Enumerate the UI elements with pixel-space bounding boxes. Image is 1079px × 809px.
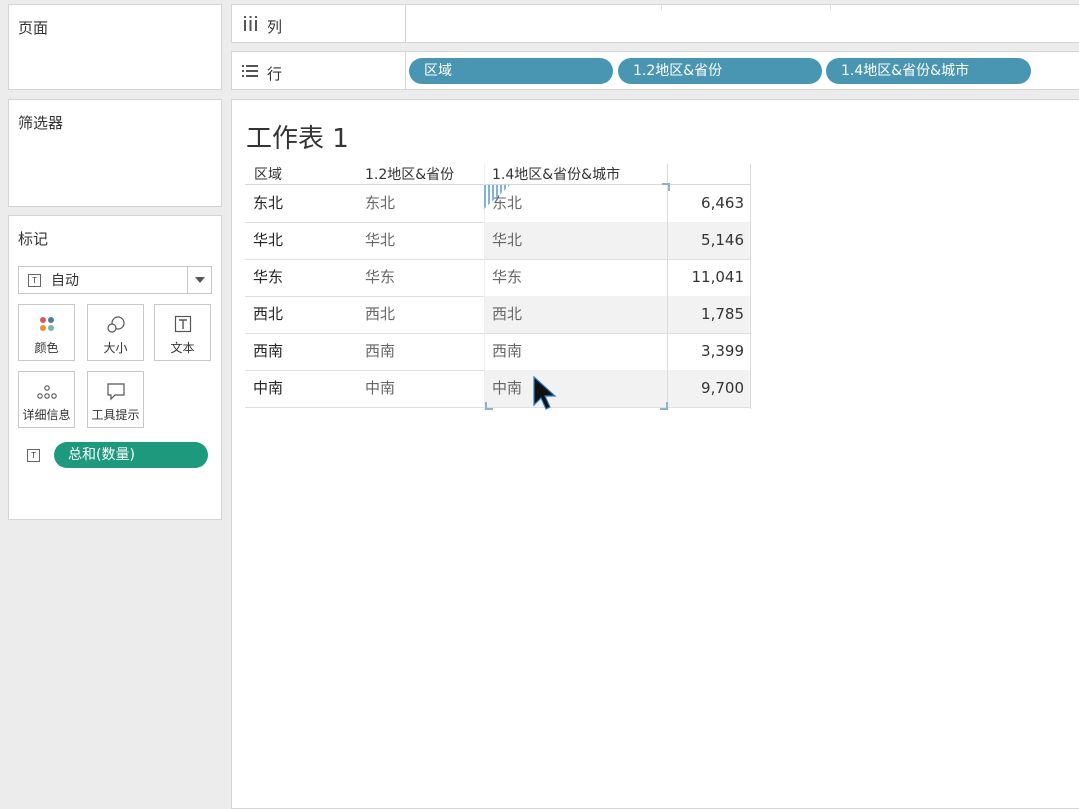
filters-title: 筛选器 — [18, 114, 64, 132]
marks-title: 标记 — [18, 230, 49, 248]
table-row[interactable]: 华东 华东 华东 11,041 — [245, 259, 751, 297]
table-row[interactable]: 华北 华北 华北 5,146 — [245, 222, 751, 260]
text-type-icon: T — [28, 273, 41, 287]
selection-corner — [485, 402, 493, 410]
size-label: 大小 — [103, 341, 128, 355]
cell-province[interactable]: 西北 — [365, 296, 395, 333]
header-city[interactable]: 1.4地区&省份&城市 — [492, 164, 620, 184]
worksheet-view[interactable]: 工作表 1 区域 1.2地区&省份 1.4地区&省份&城市 东北 东北 东北 6… — [231, 99, 1079, 809]
cell-region[interactable]: 中南 — [253, 370, 283, 407]
tooltip-button[interactable]: 工具提示 — [87, 371, 144, 428]
color-button[interactable]: 颜色 — [18, 304, 75, 361]
columns-label: 列 — [267, 18, 283, 36]
header-province[interactable]: 1.2地区&省份 — [365, 164, 454, 184]
cell-region[interactable]: 东北 — [253, 185, 283, 222]
color-label: 颜色 — [34, 341, 59, 355]
columns-shelf-header: 列 — [232, 5, 406, 42]
mouse-cursor-icon — [533, 375, 557, 410]
text-icon — [155, 315, 210, 335]
pages-title: 页面 — [18, 19, 49, 37]
detail-label: 详细信息 — [22, 408, 71, 422]
sheet-title[interactable]: 工作表 1 — [246, 118, 349, 155]
shelf-tick — [661, 5, 662, 10]
rows-label: 行 — [267, 65, 283, 83]
text-field-row: T 总和(数量) — [27, 442, 208, 468]
cell-city[interactable]: 西北 — [484, 296, 667, 333]
marks-card: 标记 T 自动 颜色 大小 文本 详细信息 工具提示 T 总和(数量) — [8, 215, 222, 520]
tooltip-icon — [88, 382, 143, 402]
cell-city[interactable]: 华北 — [484, 222, 667, 259]
rows-icon — [242, 65, 258, 77]
cell-province[interactable]: 中南 — [365, 370, 395, 407]
size-icon — [88, 315, 143, 335]
cell-province[interactable]: 西南 — [365, 333, 395, 370]
rows-shelf-header: 行 — [232, 52, 406, 89]
city-pill[interactable]: 1.4地区&省份&城市 — [826, 58, 1031, 84]
cell-province[interactable]: 华东 — [365, 259, 395, 296]
pages-card[interactable]: 页面 — [8, 4, 222, 90]
cell-value[interactable]: 9,700 — [668, 370, 751, 407]
text-button[interactable]: 文本 — [154, 304, 211, 361]
size-button[interactable]: 大小 — [87, 304, 144, 361]
cell-province[interactable]: 华北 — [365, 222, 395, 259]
column-divider — [667, 164, 668, 409]
cell-region[interactable]: 华北 — [253, 222, 283, 259]
cell-province[interactable]: 东北 — [365, 185, 395, 222]
detail-icon — [19, 382, 74, 402]
cell-region[interactable]: 西北 — [253, 296, 283, 333]
cell-value[interactable]: 11,041 — [668, 259, 751, 296]
selection-corner — [662, 183, 670, 191]
selection-corner — [660, 402, 668, 410]
cell-city[interactable]: 华东 — [484, 259, 667, 296]
cell-region[interactable]: 华东 — [253, 259, 283, 296]
table-row[interactable]: 中南 中南 中南 9,700 — [245, 370, 751, 408]
tooltip-label: 工具提示 — [91, 408, 140, 422]
columns-shelf[interactable]: 列 — [231, 4, 1079, 43]
cell-region[interactable]: 西南 — [253, 333, 283, 370]
rows-shelf[interactable]: 行 区域 1.2地区&省份 1.4地区&省份&城市 — [231, 51, 1079, 90]
shelf-tick — [830, 5, 831, 10]
text-label: 文本 — [170, 341, 195, 355]
mark-type-dropdown[interactable]: T 自动 — [18, 266, 212, 294]
detail-button[interactable]: 详细信息 — [18, 371, 75, 428]
column-divider — [750, 164, 751, 409]
cell-value[interactable]: 6,463 — [668, 185, 751, 222]
color-dots-icon — [19, 315, 74, 335]
cell-city[interactable]: 中南 — [484, 370, 667, 407]
mark-type-value: 自动 — [51, 273, 79, 289]
cell-city[interactable]: 东北 — [484, 185, 667, 222]
cell-city[interactable]: 西南 — [484, 333, 667, 370]
filters-card[interactable]: 筛选器 — [8, 99, 222, 207]
region-pill[interactable]: 区域 — [409, 58, 613, 84]
columns-icon — [244, 16, 257, 31]
chevron-down-icon[interactable] — [187, 267, 211, 293]
cell-value[interactable]: 5,146 — [668, 222, 751, 259]
cell-value[interactable]: 1,785 — [668, 296, 751, 333]
cell-value[interactable]: 3,399 — [668, 333, 751, 370]
header-region[interactable]: 区域 — [254, 164, 282, 184]
text-type-icon: T — [27, 448, 40, 462]
province-pill[interactable]: 1.2地区&省份 — [618, 58, 822, 84]
sum-quantity-pill[interactable]: 总和(数量) — [54, 442, 208, 468]
table-row[interactable]: 西北 西北 西北 1,785 — [245, 296, 751, 334]
table-row[interactable]: 西南 西南 西南 3,399 — [245, 333, 751, 371]
